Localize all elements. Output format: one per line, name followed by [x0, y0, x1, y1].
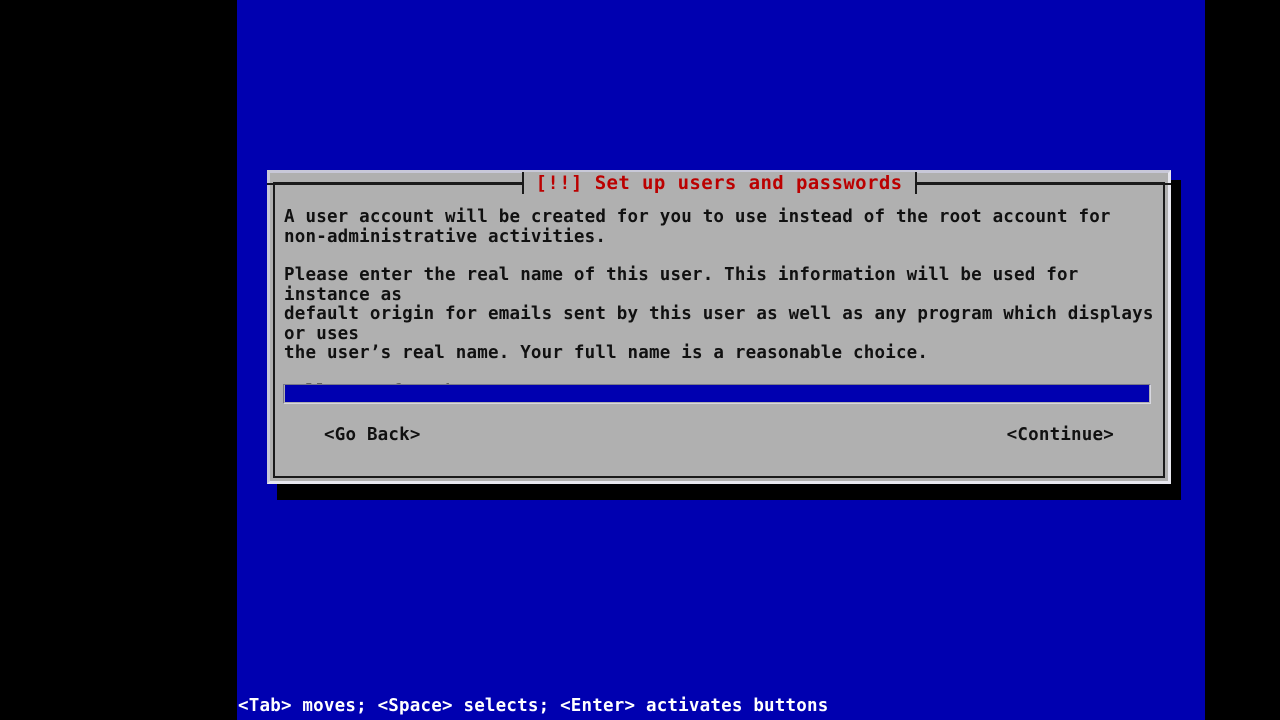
full-name-field-wrapper[interactable] — [283, 384, 1153, 406]
intro-paragraph: A user account will be created for you t… — [284, 207, 1111, 247]
title-rule-right — [916, 183, 1172, 185]
keyboard-help-text: <Tab> moves; <Space> selects; <Enter> ac… — [238, 696, 829, 716]
dialog-titlebar: [!!] Set up users and passwords — [267, 171, 1172, 195]
full-name-input[interactable] — [285, 385, 1149, 402]
explanation-paragraph: Please enter the real name of this user.… — [284, 265, 1154, 363]
title-rule-left — [267, 183, 522, 185]
dialog-title: [!!] Set up users and passwords — [523, 172, 915, 194]
dialog-body-text: A user account will be created for you t… — [284, 207, 1156, 402]
keyboard-help-bar: <Tab> moves; <Space> selects; <Enter> ac… — [237, 694, 1205, 720]
installer-screen: [!!] Set up users and passwords A user a… — [0, 0, 1280, 720]
go-back-button[interactable]: <Go Back> — [324, 424, 421, 446]
continue-button[interactable]: <Continue> — [1007, 424, 1114, 446]
dialog-button-row: <Go Back> <Continue> — [284, 424, 1156, 448]
